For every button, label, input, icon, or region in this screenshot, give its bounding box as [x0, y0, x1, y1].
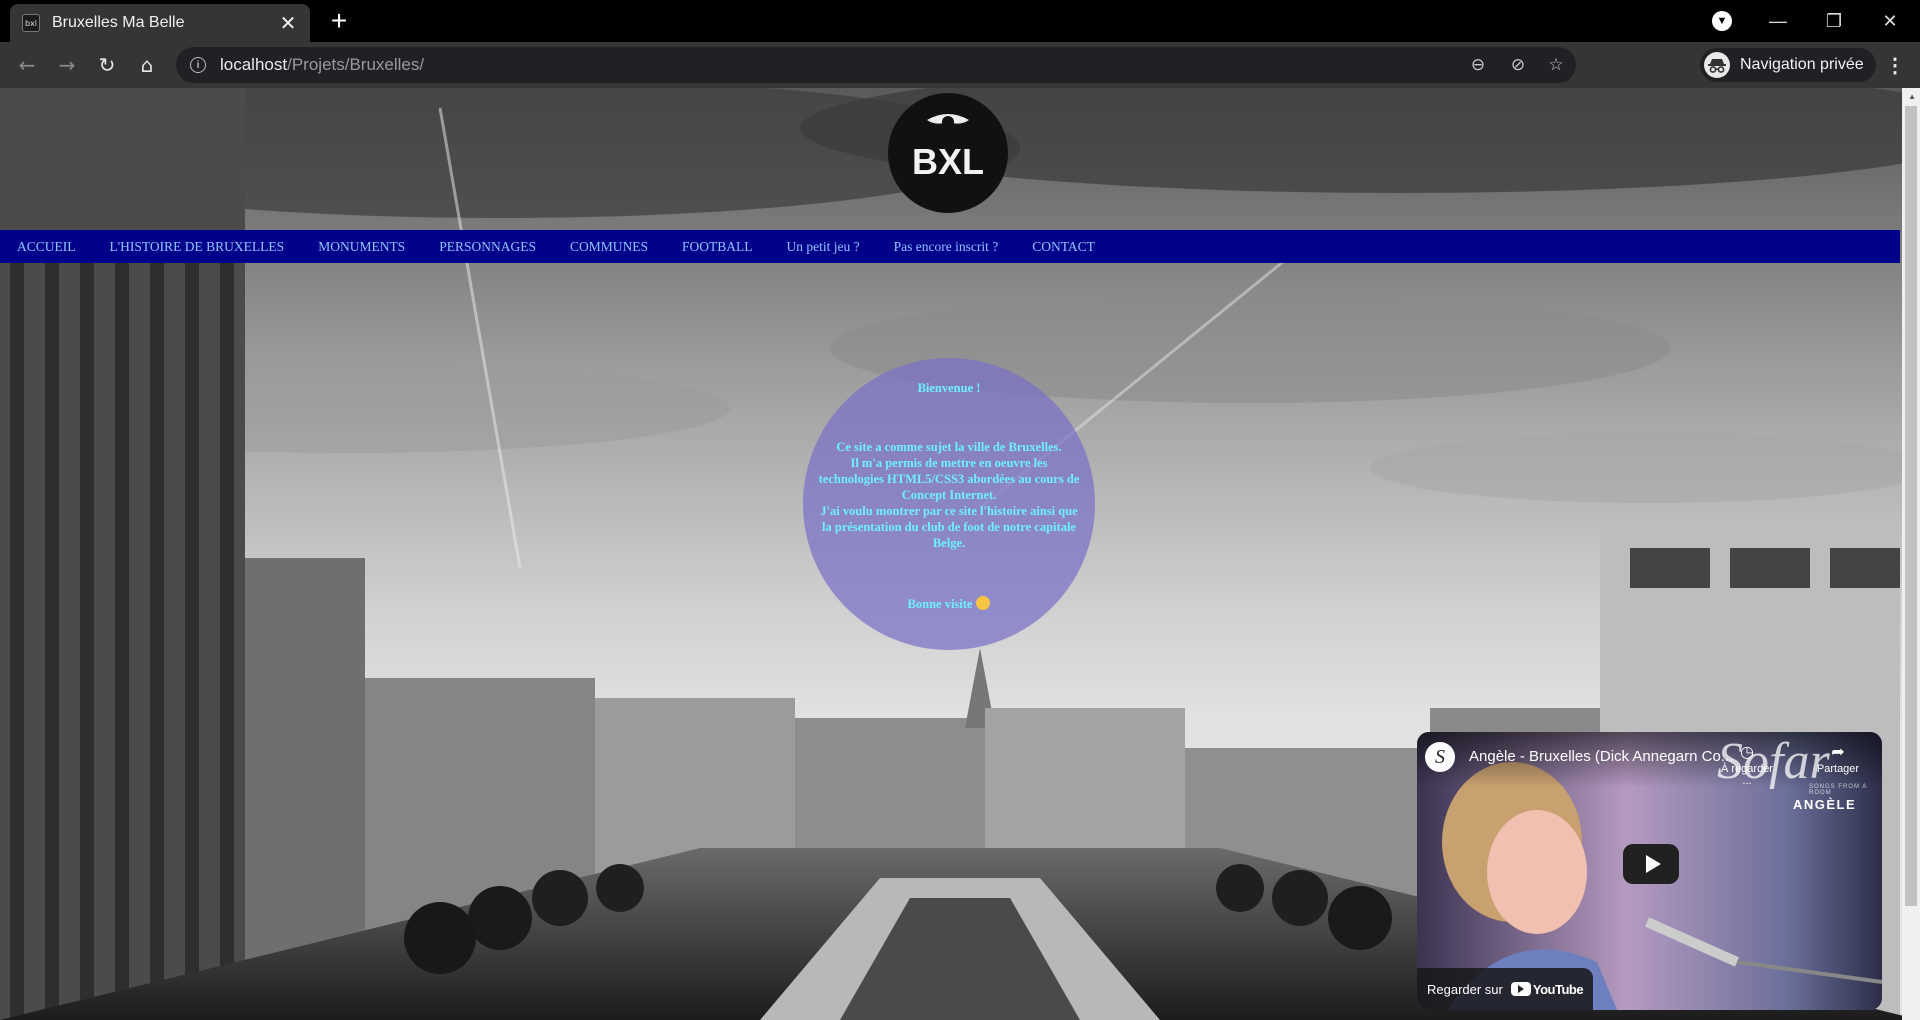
welcome-circle: Bienvenue ! Ce site a comme sujet la vil…: [803, 358, 1095, 650]
youtube-video-embed[interactable]: Sofar SONGS FROM A ROOM ANGÈLE S Angèle …: [1417, 732, 1882, 1010]
share-label: Partager: [1816, 763, 1860, 775]
url-host: localhost: [220, 55, 288, 74]
restore-button[interactable]: ❐: [1806, 0, 1862, 42]
site-info-icon[interactable]: i: [190, 57, 206, 73]
nav-item-contact[interactable]: CONTACT: [1032, 239, 1095, 255]
browser-menu-icon[interactable]: ⋮: [1880, 50, 1910, 80]
channel-avatar[interactable]: S: [1425, 742, 1455, 772]
bxl-logo[interactable]: BXL: [887, 92, 1009, 214]
zoom-icon[interactable]: ⊖: [1466, 53, 1490, 77]
new-tab-button[interactable]: +: [324, 5, 354, 36]
youtube-logo-icon: YouTube: [1510, 981, 1584, 997]
youtube-play-mark-icon: [1510, 982, 1531, 996]
home-button[interactable]: ⌂: [131, 49, 163, 81]
watch-on-label: Regarder sur: [1427, 981, 1503, 997]
welcome-closing: Bonne visite: [803, 596, 1095, 612]
nav-item-personnages[interactable]: PERSONNAGES: [439, 239, 536, 255]
site-favicon-icon: bxl: [22, 14, 40, 32]
browser-tab[interactable]: bxl Bruxelles Ma Belle ✕: [10, 4, 310, 42]
tab-search-button[interactable]: ▼: [1694, 0, 1750, 42]
page-scrollbar[interactable]: ▲: [1902, 88, 1920, 1020]
close-window-button[interactable]: ✕: [1862, 0, 1918, 42]
watch-on-youtube-button[interactable]: Regarder sur YouTube: [1417, 968, 1594, 1010]
welcome-line-2: Il m'a permis de mettre en oeuvre les te…: [818, 456, 1080, 502]
nav-item-inscription[interactable]: Pas encore inscrit ?: [894, 239, 999, 255]
share-arrow-icon: ➦: [1831, 742, 1845, 761]
minimize-button[interactable]: —: [1750, 0, 1806, 42]
artist-name: ANGÈLE: [1793, 797, 1857, 812]
nav-item-accueil[interactable]: ACCUEIL: [17, 239, 76, 255]
browser-toolbar: ← → ↻ ⌂ i localhost/Projets/Bruxelles/ ⊖…: [0, 42, 1920, 88]
video-title[interactable]: Angèle - Bruxelles (Dick Annegarn Co...: [1469, 748, 1733, 765]
browser-tab-bar: bxl Bruxelles Ma Belle ✕ + ▼ — ❐ ✕: [0, 0, 1920, 42]
forward-button[interactable]: →: [51, 49, 83, 81]
nav-item-communes[interactable]: COMMUNES: [570, 239, 648, 255]
nav-item-jeu[interactable]: Un petit jeu ?: [787, 239, 860, 255]
scrollbar-thumb[interactable]: [1905, 106, 1917, 906]
page-viewport: BXL ACCUEIL L'HISTOIRE DE BRUXELLES MONU…: [0, 88, 1920, 1020]
tab-close-icon[interactable]: ✕: [278, 11, 298, 36]
reload-button[interactable]: ↻: [91, 49, 123, 81]
url-path: /Projets/Bruxelles/: [287, 55, 425, 74]
scroll-up-arrow-icon[interactable]: ▲: [1908, 92, 1916, 101]
chevron-down-icon: ▼: [1712, 11, 1732, 31]
nav-item-football[interactable]: FOOTBALL: [682, 239, 753, 255]
play-icon: [1645, 855, 1661, 873]
tracking-protection-eye-icon[interactable]: ⊘: [1506, 53, 1530, 77]
clock-icon: ◷: [1740, 742, 1754, 761]
address-bar[interactable]: i localhost/Projets/Bruxelles/ ⊖ ⊘ ☆: [176, 47, 1576, 83]
welcome-line-1: Ce site a comme sujet la ville de Bruxel…: [836, 440, 1062, 454]
play-button[interactable]: [1623, 844, 1679, 884]
bookmark-star-icon[interactable]: ☆: [1544, 53, 1568, 77]
welcome-title: Bienvenue !: [917, 381, 981, 395]
nav-item-histoire[interactable]: L'HISTOIRE DE BRUXELLES: [110, 239, 285, 255]
share-button[interactable]: ➦ Partager: [1807, 742, 1869, 775]
sofar-subtitle: SONGS FROM A ROOM: [1809, 784, 1868, 796]
main-navigation: ACCUEIL L'HISTOIRE DE BRUXELLES MONUMENT…: [0, 230, 1900, 263]
watch-later-button[interactable]: ◷ À regarder ...: [1717, 742, 1777, 787]
welcome-line-3: J'ai voulu montrer par ce site l'histoir…: [820, 504, 1078, 550]
smiley-emoji-icon: [976, 596, 991, 610]
tab-title: Bruxelles Ma Belle: [52, 14, 185, 31]
closing-text: Bonne visite: [907, 597, 973, 611]
watch-later-label: À regarder ...: [1721, 763, 1773, 787]
logo-text: BXL: [912, 141, 984, 182]
profile-label: Navigation privée: [1740, 56, 1864, 73]
incognito-profile-button[interactable]: Navigation privée: [1700, 48, 1876, 82]
youtube-wordmark: YouTube: [1532, 981, 1584, 997]
back-button[interactable]: ←: [11, 49, 43, 81]
incognito-icon: [1704, 52, 1730, 78]
nav-item-monuments[interactable]: MONUMENTS: [318, 239, 405, 255]
